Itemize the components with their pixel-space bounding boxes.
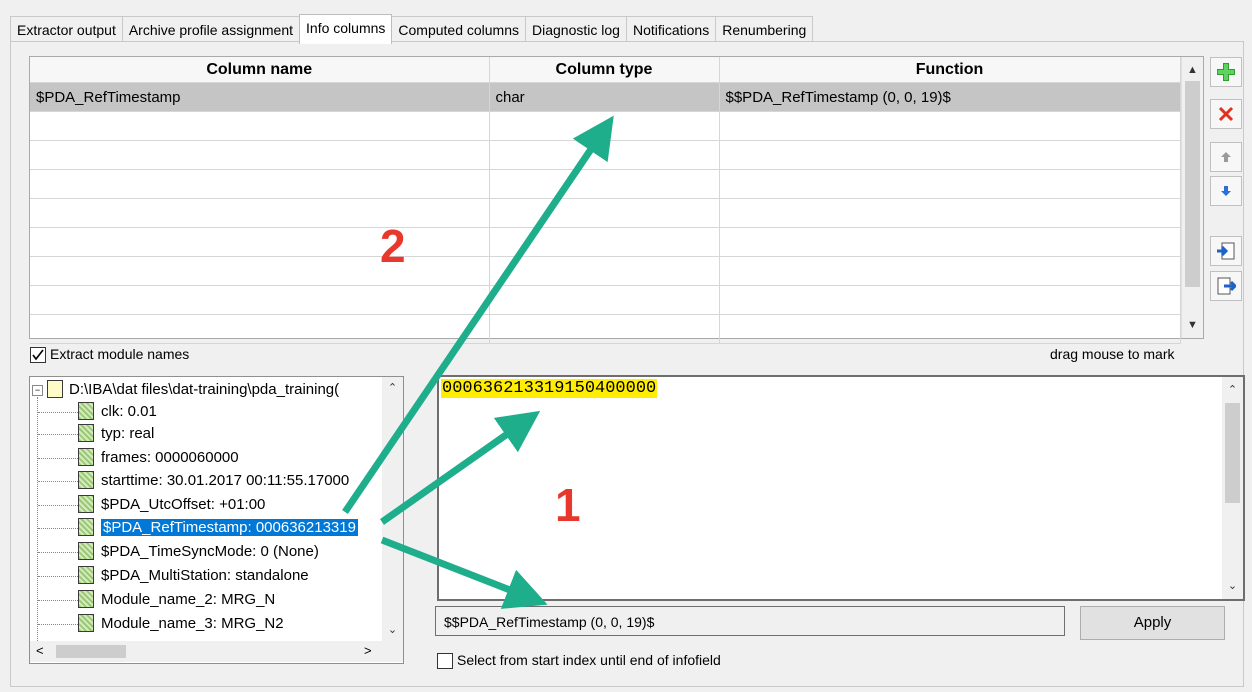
callout-2: 2: [380, 220, 406, 272]
callout-1: 1: [555, 479, 581, 531]
arrow-to-text-area: [379, 410, 541, 525]
arrow-to-function-field: [380, 536, 548, 609]
annotation-overlay: [342, 115, 614, 609]
tab-info-columns[interactable]: Info columns: [299, 14, 393, 44]
